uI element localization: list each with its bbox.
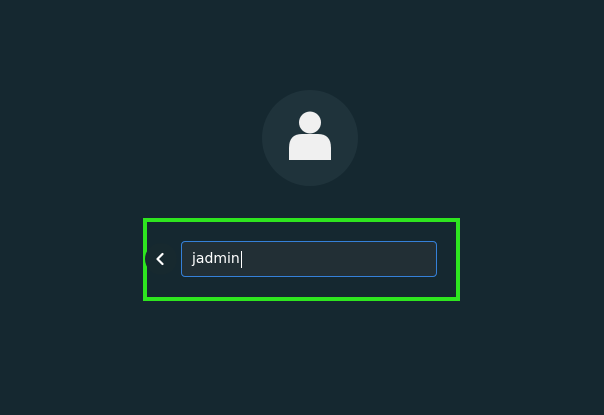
text-caret	[240, 250, 242, 268]
username-input[interactable]: jadmin	[181, 241, 437, 277]
chevron-left-icon	[156, 252, 164, 266]
user-avatar	[262, 90, 358, 186]
back-button[interactable]	[145, 243, 177, 275]
username-value: jadmin	[192, 251, 240, 267]
user-icon	[289, 111, 331, 160]
login-screen: jadmin	[0, 0, 604, 415]
